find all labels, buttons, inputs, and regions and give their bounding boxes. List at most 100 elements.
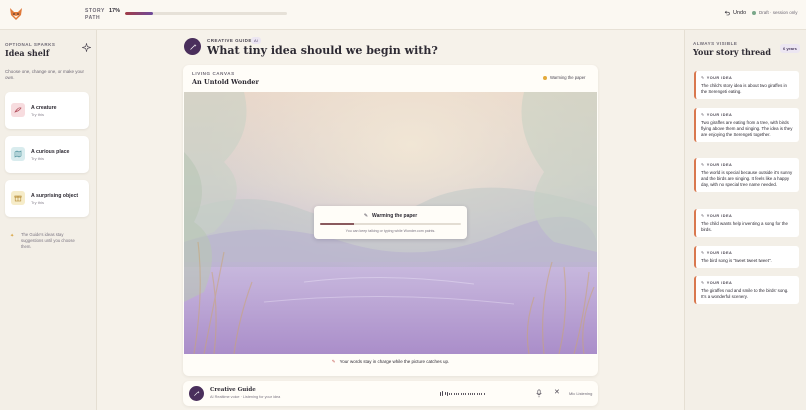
idea-label: YOUR IDEA [706,75,733,80]
spark-title: A curious place [31,149,70,155]
pencil-icon: ✎ [701,251,705,255]
wave-bar [465,392,467,395]
guide-avatar [189,386,204,401]
warming-progress-fill [320,223,354,225]
idea-kicker: ✎ YOUR IDEA [701,112,794,118]
idea-label: YOUR IDEA [706,280,733,285]
status-dot-icon [543,75,547,80]
idea-card[interactable]: ✎ YOUR IDEA The world is special because … [694,158,799,192]
undo-button[interactable]: Undo [724,10,746,16]
wave-bar [479,392,481,395]
ai-badge: AI [251,37,261,44]
wave-bar [440,391,441,396]
wave-bar [453,392,455,395]
guide-question: What tiny idea should we begin with? [207,44,438,57]
warming-dialog-title: ✎ Warming the paper [314,213,467,219]
spark-card-object[interactable]: A surprising object Try this [5,180,89,217]
wave-bar [442,391,444,396]
undo-label: Undo [733,10,747,16]
pencil-icon: ✎ [701,281,705,285]
spark-card-place[interactable]: A curious place Try this [5,136,89,173]
pencil-icon: ✎ [701,214,705,218]
spark-sub: Try this [31,200,44,205]
story-path-label: STORY PATH [85,8,105,21]
canvas-status-label: Warming the paper [550,75,586,80]
wave-bar [481,392,483,395]
story-thread-sidebar: ALWAYS VISIBLE Your story thread 6 years… [684,30,806,410]
paw-icon [11,103,25,117]
top-bar: STORY PATH 17% Undo Draft · session only [0,0,806,30]
canvas-status: Warming the paper [543,75,585,80]
age-badge: 6 years [780,44,800,53]
story-thread-kicker: ALWAYS VISIBLE [693,41,738,46]
audio-waveform [440,391,485,396]
idea-card[interactable]: ✎ YOUR IDEA The child's story idea is abo… [694,71,799,99]
idea-kicker: ✎ YOUR IDEA [701,162,794,168]
sparkle-icon[interactable] [82,43,91,52]
voice-bar: Creative Guide AI Realtime voice · Liste… [183,381,598,406]
map-icon [11,147,25,161]
idea-shelf-title: Idea shelf [5,48,50,58]
pencil-icon: ✎ [701,76,705,80]
idea-shelf-kicker: OPTIONAL SPARKS [5,42,56,47]
pencil-icon: ✎ [701,163,705,167]
wave-bar [446,391,448,396]
wave-bar [444,392,446,395]
idea-shelf-sidebar: OPTIONAL SPARKS Idea shelf Choose one, c… [0,30,97,410]
spark-title: A surprising object [31,193,79,199]
guide-kicker: CREATIVE GUIDE [207,38,252,43]
idea-text: The child's story idea is about two gira… [701,83,787,94]
canvas-footer: ✎ Your words stay in charge while the pi… [183,359,598,365]
idea-card[interactable]: ✎ YOUR IDEA Two giraffes are eating from … [694,108,799,142]
idea-kicker: ✎ YOUR IDEA [701,250,794,256]
idea-kicker: ✎ YOUR IDEA [701,280,794,286]
voice-guide-sub: AI Realtime voice · Listening for your i… [210,395,281,399]
gift-icon [11,191,25,205]
idea-card[interactable]: ✎ YOUR IDEA The child wants help inventin… [694,209,799,237]
story-thread-title: Your story thread [693,47,771,57]
draft-label: Draft · session only [759,10,798,15]
pencil-icon: ✎ [331,359,336,364]
idea-text: The child wants help inventing a song fo… [701,221,788,232]
idea-label: YOUR IDEA [706,162,733,167]
wave-bar [462,392,464,395]
listening-status: Mic Listening [569,391,593,396]
idea-kicker: ✎ YOUR IDEA [701,213,794,219]
idea-text: The world is special because outside it'… [701,170,793,187]
magic-wand-icon [194,390,200,396]
fox-logo-icon [10,8,22,20]
idea-card[interactable]: ✎ YOUR IDEA The giraffes nod and smile to… [694,276,799,304]
spark-sub: Try this [31,112,44,117]
wave-bar [483,392,485,395]
wave-bar [456,392,458,395]
status-dot-icon [752,10,756,15]
voice-guide-name: Creative Guide [210,387,256,393]
idea-label: YOUR IDEA [706,250,733,255]
warming-dialog-sub: You can keep talking or typing while Won… [345,229,436,233]
idea-card[interactable]: ✎ YOUR IDEA The bird song is "tweet tweet… [694,246,799,268]
warming-dialog: ✎ Warming the paper You can keep talking … [314,206,467,239]
idea-label: YOUR IDEA [706,213,733,218]
microphone-icon[interactable] [535,389,543,398]
brush-icon: ✎ [363,213,369,219]
spark-sub: Try this [31,156,44,161]
wave-bar [458,392,460,395]
warming-progress-bar [320,223,461,225]
idea-text: The bird song is "tweet tweet tweet". [701,258,772,263]
wave-bar [449,392,451,395]
wave-bar [476,392,478,395]
wave-bar [474,392,476,395]
canvas-title: An Untold Wonder [192,78,259,86]
spark-card-creature[interactable]: A creature Try this [5,92,89,129]
idea-text: The giraffes nod and smile to the birds'… [701,288,789,299]
note-star-icon: ✦ [10,233,15,239]
draft-status: Draft · session only [752,10,798,15]
idea-shelf-description: Choose one, change one, or make your own… [5,69,85,80]
close-icon[interactable]: ✕ [554,388,560,396]
canvas-footer-text: Your words stay in charge while the pict… [339,359,450,364]
idea-shelf-note: The Guide's ideas stay suggestions until… [21,232,75,249]
wave-bar [460,392,462,395]
undo-icon [724,10,730,16]
story-path-progress-fill [125,12,153,15]
wave-bar [469,392,471,395]
